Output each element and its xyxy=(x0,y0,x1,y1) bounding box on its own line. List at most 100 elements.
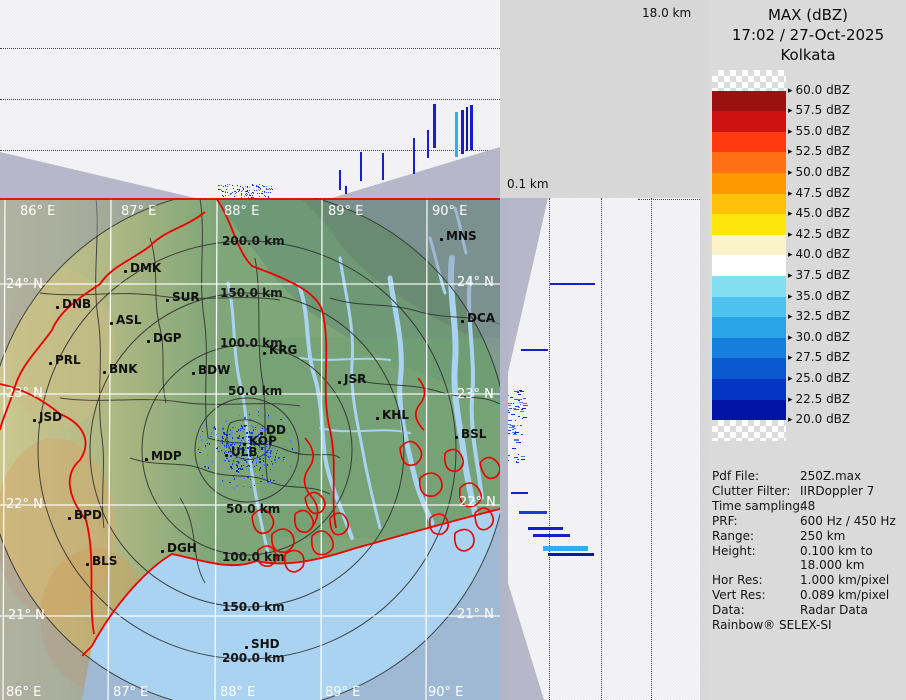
echo-pixel xyxy=(251,193,252,194)
echo-pixel xyxy=(243,429,245,430)
height-gridline xyxy=(651,198,652,700)
tick-arrow-icon: ▸ xyxy=(788,250,793,260)
echo-pixel xyxy=(238,429,239,431)
echo-pixel xyxy=(222,438,223,439)
echo-pixel xyxy=(222,440,223,441)
city-dot xyxy=(68,517,71,520)
tick-arrow-icon: ▸ xyxy=(788,395,793,405)
echo-pixel xyxy=(232,463,233,465)
tick-arrow-icon: ▸ xyxy=(788,86,793,96)
city-dot xyxy=(376,417,379,420)
echo-pixel xyxy=(235,193,236,194)
tick-arrow-icon: ▸ xyxy=(788,353,793,363)
echo-pixel xyxy=(268,416,269,418)
echo-pixel xyxy=(259,193,260,194)
echo-pixel xyxy=(242,190,243,191)
echo-pixel xyxy=(258,483,259,484)
echo-pixel xyxy=(223,196,224,197)
echo-pixel xyxy=(255,429,256,430)
echo-column-bar xyxy=(470,105,473,150)
graticule-label: 21° N xyxy=(457,607,494,622)
radar-map[interactable]: 86° E87° E88° E89° E90° E86° E87° E88° E… xyxy=(0,198,500,700)
echo-pixel xyxy=(250,479,251,480)
echo-pixel xyxy=(261,449,263,450)
echo-pixel xyxy=(231,432,233,433)
city-dot xyxy=(338,381,341,384)
colorbar-tick-label: ▸32.5 dBZ xyxy=(788,309,850,323)
echo-pixel xyxy=(226,189,227,190)
range-ring-label: 50.0 km xyxy=(226,502,280,516)
echo-pixel xyxy=(268,189,269,190)
echo-pixel xyxy=(270,452,271,454)
echo-pixel xyxy=(253,185,254,186)
tick-arrow-icon: ▸ xyxy=(788,189,793,199)
echo-pixel xyxy=(521,434,523,435)
echo-pixel xyxy=(259,196,260,197)
echo-pixel xyxy=(246,193,247,194)
echo-pixel xyxy=(520,404,521,405)
city-code: BSL xyxy=(461,427,486,441)
echo-pixel xyxy=(263,460,264,461)
echo-pixel xyxy=(237,189,238,190)
echo-pixel xyxy=(266,452,268,453)
echo-pixel xyxy=(514,428,516,429)
echo-pixel xyxy=(516,462,519,463)
echo-pixel xyxy=(220,443,222,444)
echo-pixel xyxy=(236,485,238,487)
echo-pixel xyxy=(522,418,523,419)
echo-pixel xyxy=(514,391,519,392)
echo-pixel xyxy=(275,456,276,458)
echo-pixel xyxy=(241,440,242,441)
echo-pixel xyxy=(265,196,266,197)
echo-pixel xyxy=(222,428,224,430)
echo-pixel xyxy=(277,450,278,451)
panel-separator xyxy=(500,198,508,700)
echo-pixel xyxy=(283,457,285,458)
echo-column-bar xyxy=(345,186,347,194)
echo-pixel xyxy=(511,414,515,415)
height-gridline xyxy=(0,48,500,49)
city-code: SUR xyxy=(172,290,200,304)
echo-pixel xyxy=(239,429,241,430)
echo-pixel xyxy=(242,475,243,476)
echo-pixel xyxy=(208,467,209,469)
echo-pixel xyxy=(225,420,227,422)
echo-pixel xyxy=(256,462,257,464)
city-code: MDP xyxy=(151,449,182,463)
echo-pixel xyxy=(252,426,254,428)
echo-pixel xyxy=(510,425,515,426)
echo-pixel xyxy=(237,437,239,439)
echo-pixel xyxy=(199,452,201,453)
echo-pixel xyxy=(221,450,222,451)
ns-cross-section-panel[interactable] xyxy=(508,198,700,700)
echo-pixel xyxy=(243,486,244,487)
echo-pixel xyxy=(254,190,255,191)
ew-cross-section-panel[interactable] xyxy=(0,0,500,198)
city-dot xyxy=(161,550,164,553)
graticule-label: 86° E xyxy=(20,204,55,219)
echo-row-bar xyxy=(519,511,547,514)
echo-pixel xyxy=(199,447,200,448)
echo-pixel xyxy=(247,187,248,188)
height-gridline xyxy=(549,198,550,700)
echo-pixel xyxy=(509,403,511,404)
metadata-row: Clutter Filter:IIRDoppler 7 xyxy=(710,484,906,499)
city-dot xyxy=(192,372,195,375)
echo-pixel xyxy=(248,192,249,193)
echo-pixel xyxy=(253,193,254,194)
echo-pixel xyxy=(221,436,222,437)
echo-pixel xyxy=(247,462,248,463)
echo-pixel xyxy=(246,195,247,196)
colorbar-band xyxy=(712,173,786,194)
echo-pixel xyxy=(270,469,271,470)
colorbar-tick-label: ▸60.0 dBZ xyxy=(788,83,850,97)
echo-pixel xyxy=(258,411,259,413)
echo-pixel xyxy=(268,192,269,193)
echo-pixel xyxy=(255,470,256,472)
echo-pixel xyxy=(225,195,226,196)
echo-pixel xyxy=(265,415,266,416)
echo-pixel xyxy=(218,451,220,452)
echo-column-bar xyxy=(461,110,464,154)
echo-pixel xyxy=(263,458,264,459)
echo-pixel xyxy=(207,443,208,444)
